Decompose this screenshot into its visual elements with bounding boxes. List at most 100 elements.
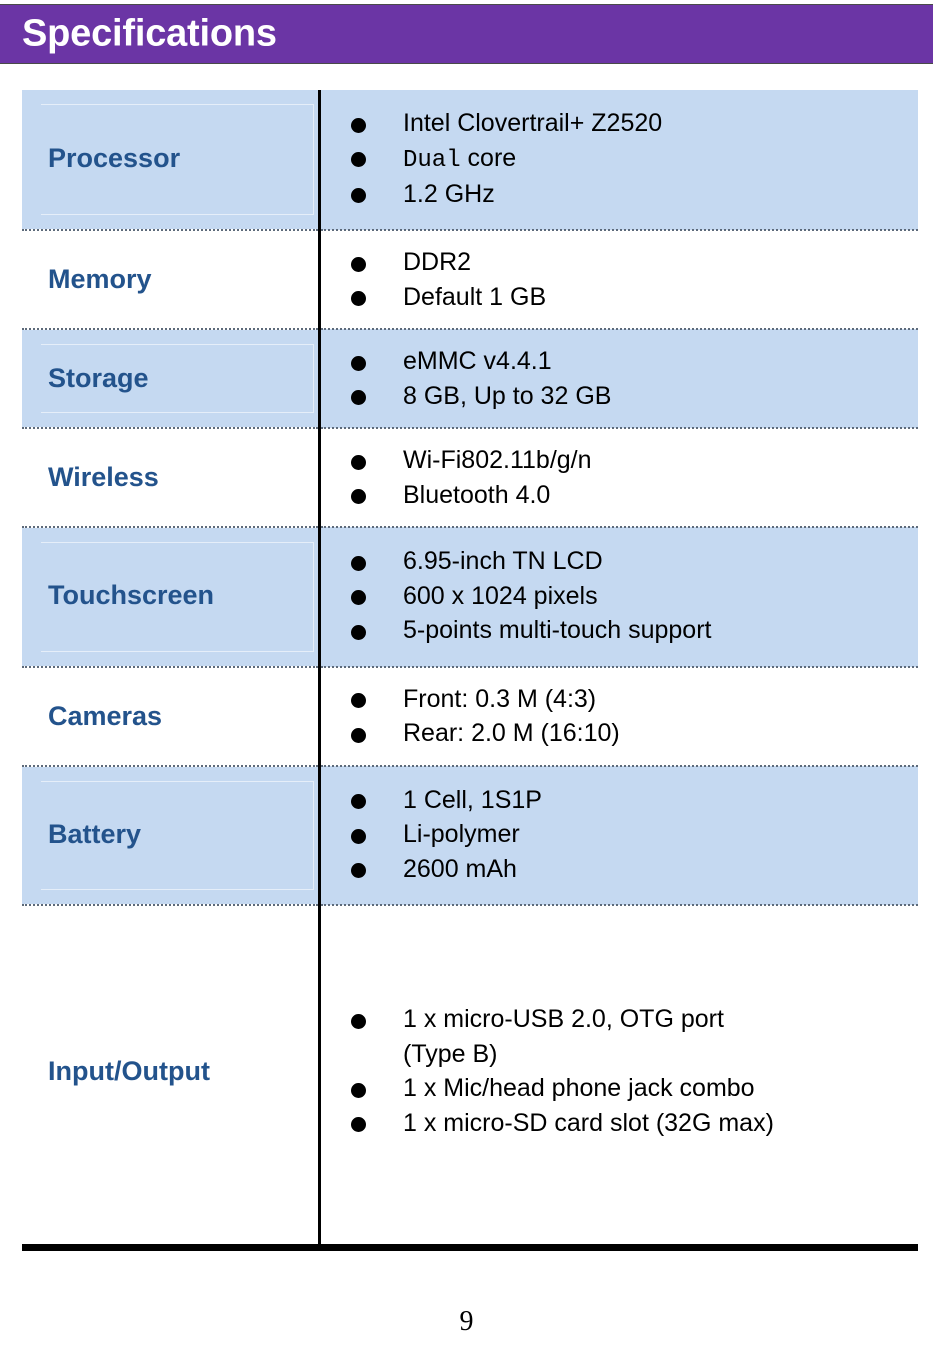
filled-circle-bullet-icon	[351, 355, 366, 371]
page-header-banner: Specifications	[0, 4, 933, 64]
spec-bullet-text: Wi-Fi802.11b/g/n	[403, 446, 592, 475]
filled-circle-bullet-icon	[351, 454, 366, 470]
spec-value-cell: DDR2 Default 1 GB	[318, 230, 918, 331]
spec-bullet-list: Front: 0.3 M (4:3) Rear: 2.0 M (16:10)	[321, 682, 918, 751]
spec-value-cell: eMMC v4.4.1 8 GB, Up to 32 GB	[318, 329, 918, 430]
table-bottom-rule	[22, 1244, 918, 1251]
spec-bullet-item: 1.2 GHz	[321, 177, 918, 212]
spec-value-cell: 1 Cell, 1S1P Li-polymer 2600 mAh	[318, 765, 918, 907]
spec-label: Processor	[48, 143, 181, 174]
spec-bullet-item: Li-polymer	[321, 817, 918, 852]
spec-bullet-item: 6.95-inch TN LCD	[321, 544, 918, 579]
spec-bullet-text: 600 x 1024 pixels	[403, 581, 598, 610]
spec-bullet-text: Li-polymer	[403, 820, 520, 849]
filled-circle-bullet-icon	[351, 1013, 366, 1029]
filled-circle-bullet-icon	[351, 624, 366, 640]
spec-bullet-list: Wi-Fi802.11b/g/n Bluetooth 4.0	[321, 443, 918, 512]
filled-circle-bullet-icon	[351, 727, 366, 743]
spec-row: Input/Output 1 x micro-USB 2.0, OTG port (…	[22, 905, 918, 1245]
spec-bullet-item: Front: 0.3 M (4:3)	[321, 682, 918, 717]
filled-circle-bullet-icon	[351, 693, 366, 709]
filled-circle-bullet-icon	[351, 1117, 366, 1133]
spec-bullet-text: 6.95-inch TN LCD	[403, 547, 603, 576]
filled-circle-bullet-icon	[351, 256, 366, 272]
spec-value-cell: Intel Clovertrail+ Z2520 Dual core 1.2 GHz	[318, 90, 918, 232]
spec-bullet-text: 1 x micro-USB 2.0, OTG port	[403, 1005, 724, 1034]
filled-circle-bullet-icon	[351, 828, 366, 844]
spec-bullet-text: Intel Clovertrail+ Z2520	[403, 109, 663, 137]
spec-row: Battery 1 Cell, 1S1P Li-polymer 2600 mAh	[22, 765, 918, 907]
spec-label-cell: Input/Output	[22, 905, 320, 1245]
spec-bullet-text: 1 x micro-SD card slot (32G max)	[403, 1108, 774, 1137]
page-title: Specifications	[22, 12, 277, 55]
spec-bullet-item: 5-points multi-touch support	[321, 613, 918, 648]
spec-bullet-list: eMMC v4.4.1 8 GB, Up to 32 GB	[321, 344, 918, 413]
spec-label-cell: Memory	[22, 230, 320, 331]
spec-bullet-item: 1 x Mic/head phone jack combo	[321, 1071, 918, 1106]
page-number: 9	[459, 1306, 474, 1337]
spec-label-cell: Wireless	[22, 428, 320, 529]
spec-value-cell: 1 x micro-USB 2.0, OTG port (Type B) 1 x M…	[318, 905, 918, 1245]
spec-bullet-list: 1 x micro-USB 2.0, OTG port (Type B) 1 x M…	[321, 1002, 918, 1140]
filled-circle-bullet-icon	[351, 863, 366, 879]
filled-circle-bullet-icon	[351, 794, 366, 810]
spec-bullet-item: 1 x micro-USB 2.0, OTG port (Type B)	[321, 1002, 918, 1071]
spec-bullet-item: 8 GB, Up to 32 GB	[321, 379, 918, 414]
spec-bullet-list: 6.95-inch TN LCD 600 x 1024 pixels 5-point…	[321, 544, 918, 648]
spec-bullet-text: eMMC v4.4.1	[403, 347, 552, 376]
spec-bullet-item: Dual core	[321, 141, 918, 177]
spec-bullet-text: 1 Cell, 1S1P	[403, 785, 542, 814]
spec-bullet-item: 600 x 1024 pixels	[321, 579, 918, 614]
spec-bullet-text: Front: 0.3 M (4:3)	[403, 684, 597, 713]
spec-bullet-item: 1 x micro-SD card slot (32G max)	[321, 1106, 918, 1141]
spec-bullet-text: core	[460, 143, 517, 172]
spec-label: Battery	[48, 818, 142, 849]
spec-bullet-list: 1 Cell, 1S1P Li-polymer 2600 mAh	[321, 783, 918, 887]
spec-bullet-text: Bluetooth 4.0	[403, 480, 551, 509]
spec-row: Wireless Wi-Fi802.11b/g/n Bluetooth 4.0	[22, 428, 918, 529]
spec-bullet-text: 5-points multi-touch support	[403, 616, 712, 645]
spec-label: Storage	[48, 363, 149, 394]
spec-bullet-text-mono: Dual	[403, 146, 461, 174]
spec-bullet-text: 8 GB, Up to 32 GB	[403, 381, 612, 410]
filled-circle-bullet-icon	[351, 489, 366, 505]
spec-bullet-list: Intel Clovertrail+ Z2520 Dual core 1.2 GHz	[321, 106, 918, 211]
spec-bullet-list: DDR2 Default 1 GB	[321, 245, 918, 314]
filled-circle-bullet-icon	[351, 590, 366, 606]
spec-row: Storage eMMC v4.4.1 8 GB, Up to 32 GB	[22, 329, 918, 430]
filled-circle-bullet-icon	[351, 188, 366, 204]
filled-circle-bullet-icon	[351, 117, 366, 133]
filled-circle-bullet-icon	[351, 390, 366, 406]
spec-label: Touchscreen	[48, 580, 215, 611]
spec-bullet-text: 1 x Mic/head phone jack combo	[403, 1074, 755, 1103]
spec-label-cell: Cameras	[22, 666, 320, 767]
spec-label-cell: Processor	[22, 90, 320, 232]
spec-bullet-item: 1 Cell, 1S1P	[321, 783, 918, 818]
spec-bullet-text: Default 1 GB	[403, 282, 547, 311]
spec-bullet-item: DDR2	[321, 245, 918, 280]
spec-value-cell: Wi-Fi802.11b/g/n Bluetooth 4.0	[318, 428, 918, 529]
spec-bullet-item: Default 1 GB	[321, 280, 918, 315]
spec-bullet-text: Rear: 2.0 M (16:10)	[403, 719, 620, 748]
spec-bullet-item: Rear: 2.0 M (16:10)	[321, 716, 918, 751]
spec-bullet-item: 2600 mAh	[321, 852, 918, 887]
spec-label-cell: Battery	[22, 765, 320, 907]
specifications-table: Processor Intel Clovertrail+ Z2520 Dual co…	[22, 90, 918, 1245]
spec-label: Wireless	[48, 462, 159, 493]
spec-label: Cameras	[48, 700, 163, 731]
spec-bullet-text: 1.2 GHz	[403, 179, 495, 208]
spec-value-cell: Front: 0.3 M (4:3) Rear: 2.0 M (16:10)	[318, 666, 918, 767]
spec-bullet-item: Intel Clovertrail+ Z2520	[321, 106, 918, 141]
spec-row: Touchscreen 6.95-inch TN LCD 600 x 1024 pi…	[22, 527, 918, 668]
spec-row: Memory DDR2 Default 1 GB	[22, 230, 918, 331]
spec-bullet-item: Wi-Fi802.11b/g/n	[321, 443, 918, 478]
spec-bullet-item: Bluetooth 4.0	[321, 478, 918, 513]
spec-label-cell: Storage	[22, 329, 320, 430]
spec-row: Processor Intel Clovertrail+ Z2520 Dual co…	[22, 90, 918, 232]
spec-value-cell: 6.95-inch TN LCD 600 x 1024 pixels 5-point…	[318, 527, 918, 668]
filled-circle-bullet-icon	[351, 555, 366, 571]
spec-label: Memory	[48, 264, 152, 295]
specifications-table-body: Processor Intel Clovertrail+ Z2520 Dual co…	[22, 90, 918, 1245]
filled-circle-bullet-icon	[351, 1082, 366, 1098]
spec-bullet-text: DDR2	[403, 248, 472, 277]
